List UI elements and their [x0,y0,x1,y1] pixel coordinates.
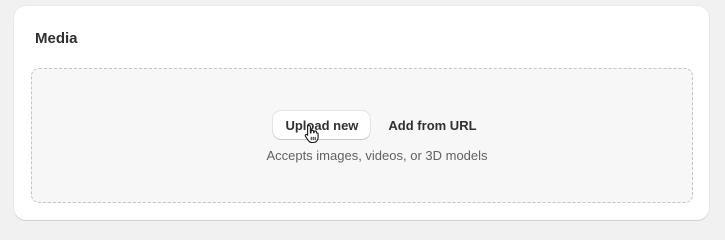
media-title: Media [35,30,78,47]
upload-new-label: Upload new [285,117,359,133]
upload-new-button[interactable]: Upload new [273,111,371,144]
media-card: Media Upload new Add from URL Accepts im… [14,6,709,220]
media-actions: Upload new Add from URL [32,111,692,144]
add-from-url-button[interactable]: Add from URL [384,111,480,139]
media-hint: Accepts images, videos, or 3D models [266,148,488,163]
media-dropzone[interactable]: Upload new Add from URL Accepts images, … [31,68,693,203]
